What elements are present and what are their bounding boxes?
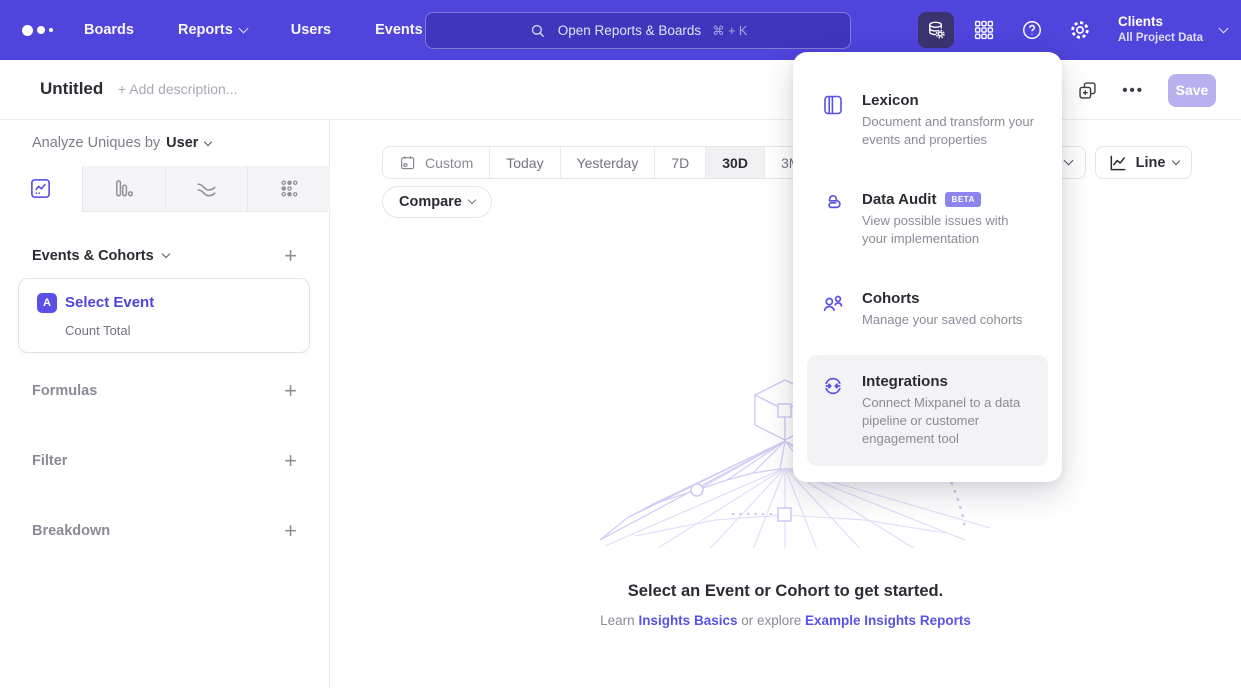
nav-item-reports[interactable]: Reports bbox=[178, 22, 247, 38]
menu-item-data-audit[interactable]: Data Audit BETA View possible issues wit… bbox=[807, 181, 1048, 258]
breakdown-header: Breakdown bbox=[32, 523, 110, 539]
example-insights-reports-link[interactable]: Example Insights Reports bbox=[805, 613, 971, 628]
beta-badge: BETA bbox=[945, 192, 981, 207]
project-selector[interactable]: Clients All Project Data bbox=[1118, 14, 1227, 45]
learn-prefix: Learn bbox=[600, 613, 638, 628]
menu-item-integrations[interactable]: Integrations Connect Mixpanel to a data … bbox=[807, 355, 1048, 466]
flow-icon bbox=[195, 177, 218, 200]
duplicate-report-icon[interactable] bbox=[1077, 80, 1098, 101]
line-chart-icon bbox=[1108, 153, 1128, 173]
data-audit-icon bbox=[821, 191, 845, 248]
menu-item-title: Integrations bbox=[862, 373, 948, 390]
global-search-input[interactable]: Open Reports & Boards ⌘ + K bbox=[425, 12, 851, 49]
data-management-menu: Lexicon Document and transform your even… bbox=[793, 52, 1062, 482]
insights-basics-link[interactable]: Insights Basics bbox=[638, 613, 737, 628]
chevron-down-icon bbox=[1064, 156, 1074, 166]
main-content: Custom Today Yesterday 7D 30D 3M 6M Comp… bbox=[330, 120, 1241, 688]
chevron-down-icon bbox=[204, 138, 212, 146]
add-filter-button[interactable]: + bbox=[284, 450, 297, 472]
data-management-button[interactable] bbox=[918, 12, 954, 48]
nav-item-users[interactable]: Users bbox=[291, 22, 331, 38]
more-options-button[interactable]: ••• bbox=[1122, 82, 1144, 99]
tab-bar-chart[interactable] bbox=[82, 166, 165, 211]
filter-header: Filter bbox=[32, 453, 67, 469]
report-header-actions: ••• Save bbox=[1077, 60, 1216, 120]
events-cohorts-section: Events & Cohorts + bbox=[32, 245, 297, 267]
empty-state-heading: Select an Event or Cohort to get started… bbox=[330, 582, 1241, 601]
chart-type-dropdown[interactable]: Line bbox=[1095, 146, 1192, 179]
nav-links: Boards Reports Users Events bbox=[84, 22, 423, 38]
date-range-custom[interactable]: Custom bbox=[383, 147, 489, 178]
navbar-right-controls: Clients All Project Data bbox=[918, 0, 1227, 60]
apps-grid-button[interactable] bbox=[966, 12, 1002, 48]
project-org-label: Clients bbox=[1118, 14, 1203, 31]
chevron-down-icon bbox=[468, 196, 476, 204]
search-placeholder: Open Reports & Boards bbox=[558, 23, 701, 38]
menu-item-lexicon[interactable]: Lexicon Document and transform your even… bbox=[807, 82, 1048, 159]
chevron-down-icon bbox=[1172, 156, 1180, 164]
menu-item-description: Document and transform your events and p… bbox=[862, 113, 1034, 149]
chart-type-tabs bbox=[0, 166, 330, 212]
project-name-label: All Project Data bbox=[1118, 31, 1203, 45]
analyze-prefix-label: Analyze Uniques by bbox=[32, 135, 160, 151]
select-event-label[interactable]: Select Event bbox=[65, 294, 154, 311]
lexicon-book-icon bbox=[821, 92, 845, 149]
formulas-section: Formulas + bbox=[32, 380, 297, 402]
save-button[interactable]: Save bbox=[1168, 74, 1216, 107]
date-range-today[interactable]: Today bbox=[489, 147, 559, 178]
mixpanel-logo[interactable] bbox=[22, 25, 68, 36]
menu-item-description: Connect Mixpanel to a data pipeline or c… bbox=[862, 394, 1034, 448]
report-title[interactable]: Untitled bbox=[40, 79, 103, 99]
add-breakdown-button[interactable]: + bbox=[284, 520, 297, 542]
event-letter-badge: A bbox=[37, 293, 57, 313]
menu-item-description: Manage your saved cohorts bbox=[862, 311, 1022, 329]
search-shortcut: ⌘ + K bbox=[712, 23, 747, 38]
date-range-yesterday[interactable]: Yesterday bbox=[560, 147, 655, 178]
tab-metrics-grid[interactable] bbox=[247, 166, 330, 211]
calendar-icon bbox=[399, 154, 417, 172]
report-description-placeholder[interactable]: + Add description... bbox=[118, 81, 237, 97]
menu-item-cohorts[interactable]: Cohorts Manage your saved cohorts bbox=[807, 280, 1048, 339]
top-navbar: Boards Reports Users Events Open Reports… bbox=[0, 0, 1241, 60]
events-cohorts-header[interactable]: Events & Cohorts bbox=[32, 248, 169, 264]
tab-flow[interactable] bbox=[165, 166, 248, 211]
query-builder-sidebar: Analyze Uniques by User bbox=[0, 120, 330, 688]
chevron-down-icon bbox=[1219, 23, 1229, 33]
menu-item-title: Lexicon bbox=[862, 92, 919, 109]
chevron-down-icon bbox=[238, 24, 248, 34]
dots-grid-icon bbox=[278, 177, 301, 200]
breakdown-section: Breakdown + bbox=[32, 520, 297, 542]
tab-insights-line[interactable] bbox=[0, 166, 82, 212]
integrations-sync-icon bbox=[821, 373, 845, 448]
filter-section: Filter + bbox=[32, 450, 297, 472]
settings-gear-button[interactable] bbox=[1062, 12, 1098, 48]
menu-item-title: Cohorts bbox=[862, 290, 920, 307]
analyze-by-dropdown[interactable]: User bbox=[166, 135, 211, 151]
search-icon bbox=[529, 22, 547, 40]
formulas-header: Formulas bbox=[32, 383, 97, 399]
date-range-7d[interactable]: 7D bbox=[654, 147, 705, 178]
help-button[interactable] bbox=[1014, 12, 1050, 48]
date-range-30d[interactable]: 30D bbox=[705, 147, 764, 178]
add-event-button[interactable]: + bbox=[284, 245, 297, 267]
bar-chart-icon bbox=[112, 177, 135, 200]
menu-item-description: View possible issues with your implement… bbox=[862, 212, 1034, 248]
analyze-row: Analyze Uniques by User bbox=[32, 135, 211, 151]
empty-state-links: Learn Insights Basics or explore Example… bbox=[330, 613, 1241, 628]
nav-item-boards[interactable]: Boards bbox=[84, 22, 134, 38]
line-chart-icon bbox=[29, 177, 52, 200]
or-explore-text: or explore bbox=[737, 613, 805, 628]
count-total-label[interactable]: Count Total bbox=[65, 323, 131, 338]
cohorts-users-icon bbox=[821, 290, 845, 329]
menu-item-title: Data Audit bbox=[862, 191, 936, 208]
nav-item-events[interactable]: Events bbox=[375, 22, 423, 38]
chevron-down-icon bbox=[161, 250, 169, 258]
compare-dropdown[interactable]: Compare bbox=[382, 186, 492, 218]
add-formula-button[interactable]: + bbox=[284, 380, 297, 402]
select-event-card[interactable]: A Select Event Count Total bbox=[18, 278, 310, 353]
